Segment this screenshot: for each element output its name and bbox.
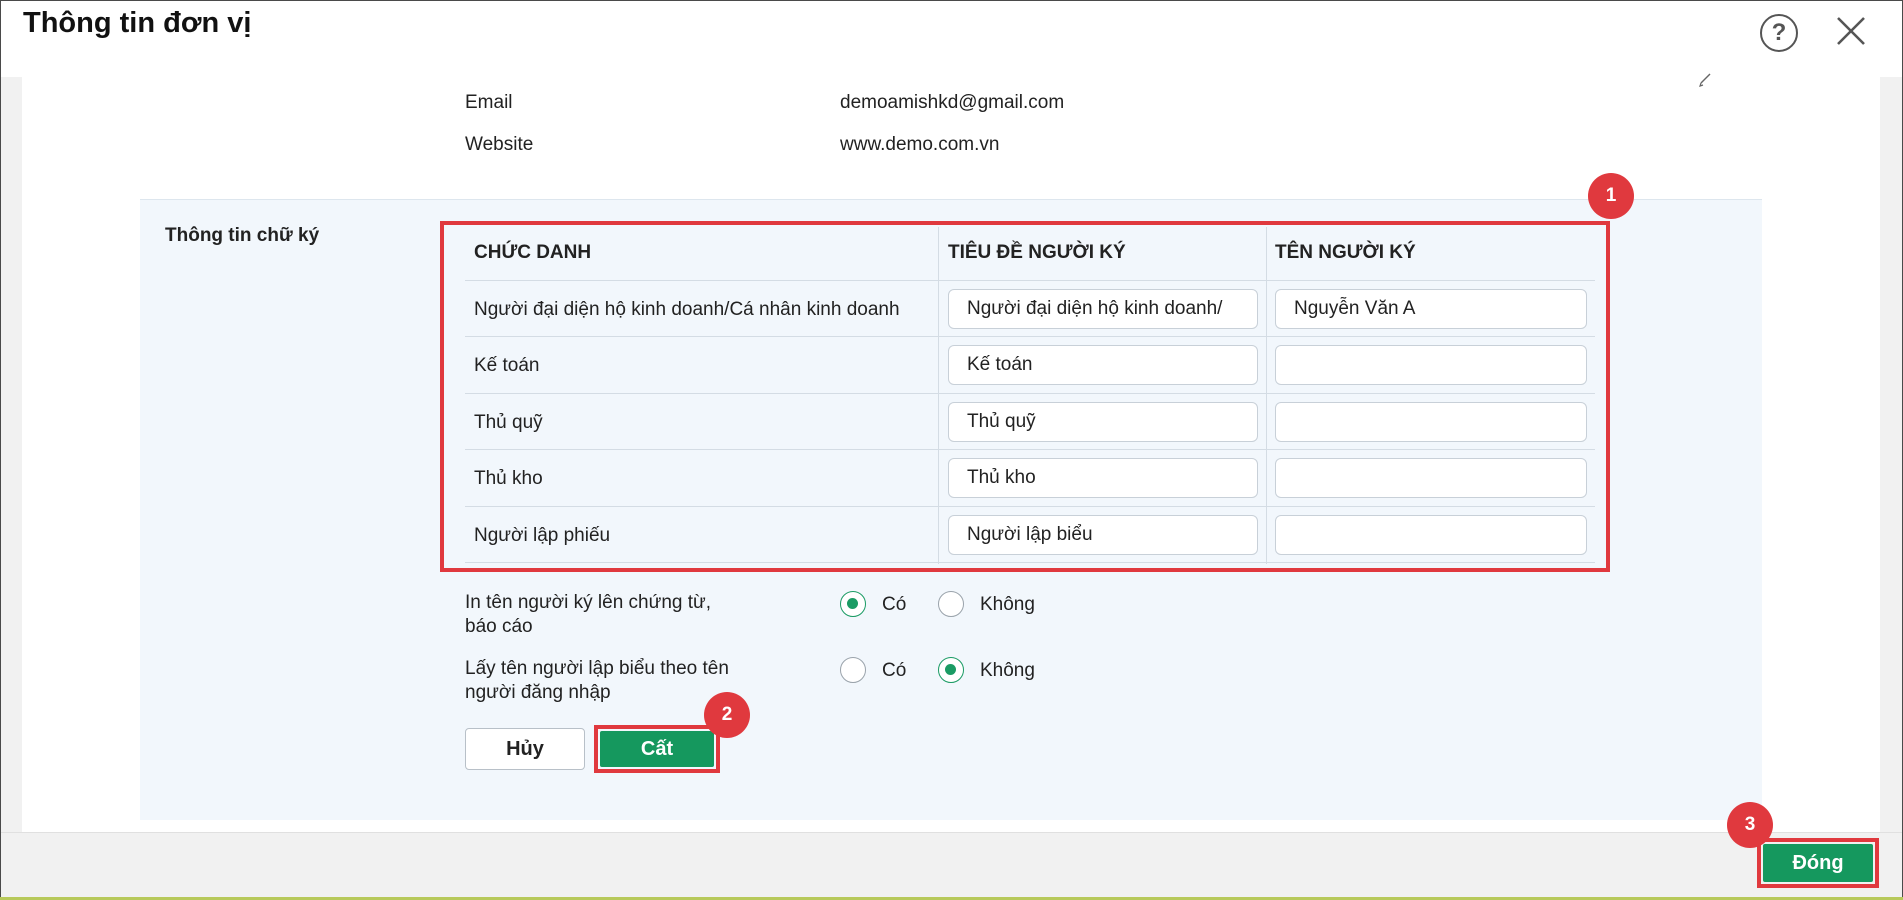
use-login-name-option-label: Lấy tên người lập biểu theo tên người đă… [465, 657, 729, 705]
print-signer-yes-label: Có [882, 594, 907, 615]
use-login-name-no-radio[interactable] [938, 657, 964, 683]
close-icon[interactable] [1832, 12, 1870, 50]
print-signer-option-label: In tên người ký lên chứng từ, báo cáo [465, 591, 711, 639]
dialog-footer [1, 832, 1902, 899]
save-button[interactable]: Cất [600, 731, 714, 767]
website-label: Website [465, 134, 534, 155]
dialog-title: Thông tin đơn vị [23, 7, 252, 39]
pen-icon[interactable] [1698, 68, 1718, 88]
callout-badge-3: 3 [1727, 802, 1773, 848]
callout-badge-2: 2 [704, 692, 750, 738]
help-icon[interactable]: ? [1760, 14, 1798, 52]
highlight-box-table [440, 221, 1610, 572]
option-label-line: báo cáo [465, 616, 533, 637]
print-signer-no-label: Không [980, 594, 1035, 615]
email-label: Email [465, 92, 513, 113]
callout-badge-1: 1 [1588, 173, 1634, 219]
option-label-line: người đăng nhập [465, 682, 611, 703]
use-login-name-no-label: Không [980, 660, 1035, 681]
close-button[interactable]: Đóng [1763, 844, 1873, 882]
print-signer-no-radio[interactable] [938, 591, 964, 617]
email-value: demoamishkd@gmail.com [840, 92, 1065, 113]
option-label-line: In tên người ký lên chứng từ, [465, 592, 712, 613]
dialog-header: Thông tin đơn vị [1, 1, 1902, 77]
use-login-name-yes-radio[interactable] [840, 657, 866, 683]
option-label-line: Lấy tên người lập biểu theo tên [465, 658, 729, 679]
website-value: www.demo.com.vn [840, 134, 1000, 155]
print-signer-yes-radio[interactable] [840, 591, 866, 617]
cancel-button[interactable]: Hủy [465, 728, 585, 770]
use-login-name-yes-label: Có [882, 660, 907, 681]
signature-section-label: Thông tin chữ ký [165, 225, 320, 246]
